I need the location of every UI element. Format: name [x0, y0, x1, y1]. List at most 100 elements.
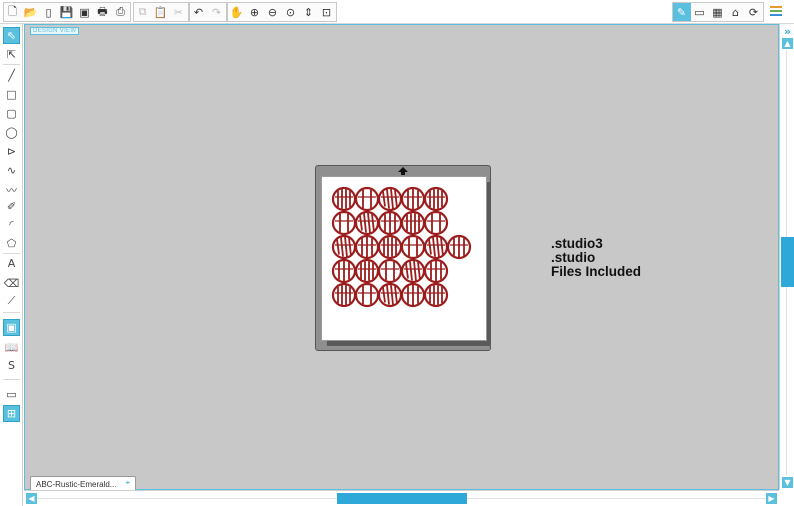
tool-separator	[3, 312, 20, 313]
print-icon[interactable]: 🖶	[94, 3, 112, 21]
open-folder-icon[interactable]: 📂	[22, 3, 40, 21]
rounded-rectangle-tool-icon[interactable]: ▢	[3, 105, 20, 122]
redo-icon[interactable]: ↷	[208, 3, 226, 21]
regular-polygon-tool-icon[interactable]: ⬠	[3, 235, 20, 252]
eraser-tool-icon[interactable]: ⌫	[3, 275, 20, 292]
save-icon[interactable]: 💾	[58, 3, 76, 21]
monogram-glyph[interactable]	[377, 210, 403, 236]
pin-icon[interactable]: ⌖	[125, 478, 130, 488]
drawing-tools-panel: ⇖ ⇱ ╱ □ ▢ ◯ ⊳ ∿ 〰 ✐ ◜ ⬠ A ⌫ ⟋ ▣ 📖 S ▭ ⊞	[0, 24, 23, 506]
tool-separator	[3, 379, 20, 380]
info-line-studio: .studio	[551, 250, 596, 265]
tool-separator	[3, 253, 20, 254]
monogram-glyph[interactable]	[331, 210, 357, 236]
single-pane-icon[interactable]: ▭	[3, 386, 20, 403]
edit-points-icon[interactable]: ⇱	[3, 46, 20, 63]
monogram-glyph[interactable]	[354, 282, 380, 308]
monogram-glyph[interactable]	[423, 234, 449, 260]
monogram-glyph[interactable]	[354, 234, 380, 260]
monogram-glyph[interactable]	[377, 186, 403, 212]
cut-mat-view-icon[interactable]: ▣	[3, 319, 20, 336]
monogram-glyph[interactable]	[331, 234, 357, 260]
curve-tool-icon[interactable]: ∿	[3, 162, 20, 179]
collapse-panel-icon[interactable]: »	[782, 25, 793, 38]
undo-toolbar-group: ↶ ↷	[189, 2, 227, 22]
line-tool-icon[interactable]: ╱	[3, 67, 20, 84]
zoom-select-icon[interactable]: ⊙	[282, 3, 300, 21]
zoom-toolbar-group: ✋ ⊕ ⊖ ⊙ ⇕ ⊡	[227, 2, 337, 22]
document-tab-label: ABC-Rustic-Emerald...	[36, 479, 117, 489]
design-view-label: DESIGN VIEW	[30, 27, 80, 35]
zoom-drag-icon[interactable]: ⇕	[300, 3, 318, 21]
monogram-glyph[interactable]	[331, 258, 357, 284]
text-tool-icon[interactable]: A	[3, 255, 20, 272]
library-book-icon[interactable]: 📖	[3, 339, 20, 356]
monogram-glyph[interactable]	[331, 186, 357, 212]
scroll-down-arrow-icon[interactable]: ▼	[782, 477, 793, 488]
media-sheet[interactable]	[321, 176, 487, 341]
scroll-left-arrow-icon[interactable]: ◀	[26, 493, 37, 504]
cut-settings-icon[interactable]: ▦	[709, 3, 727, 21]
tool-separator	[3, 64, 20, 65]
split-pane-icon[interactable]: ⊞	[3, 405, 20, 422]
paste-icon[interactable]: 📋	[152, 3, 170, 21]
vertical-scroll-thumb[interactable]	[781, 237, 794, 287]
vertical-scrollbar[interactable]: » ▲ ▼	[779, 24, 794, 490]
library-home-icon[interactable]: ⌂	[727, 3, 745, 21]
files-included-text[interactable]: .studio3 .studio Files Included	[551, 237, 641, 279]
horizontal-scrollbar[interactable]: ◀ ▶	[24, 490, 779, 506]
pan-hand-icon[interactable]: ✋	[228, 3, 246, 21]
zoom-out-icon[interactable]: ⊖	[264, 3, 282, 21]
fit-to-window-icon[interactable]: ⊡	[318, 3, 336, 21]
edit-toolbar-group: ⧉ 📋 ✂	[133, 2, 189, 22]
monogram-glyph[interactable]	[400, 234, 426, 260]
monogram-glyph[interactable]	[377, 258, 403, 284]
monogram-design[interactable]	[322, 177, 486, 340]
smooth-freehand-tool-icon[interactable]: ✐	[3, 198, 20, 215]
knife-tool-icon[interactable]: ⟋	[3, 292, 20, 309]
online-store-icon[interactable]: ⟳	[745, 3, 763, 21]
menu-lines-icon[interactable]	[767, 2, 785, 20]
save-to-library-icon[interactable]: ▣	[76, 3, 94, 21]
monogram-glyph[interactable]	[423, 258, 449, 284]
menu-toolbar-group	[767, 2, 789, 22]
freehand-tool-icon[interactable]: 〰	[3, 181, 20, 198]
monogram-glyph[interactable]	[400, 186, 426, 212]
file-toolbar-group: 🗋 📂 ▯ 💾 ▣ 🖶 ⎙	[3, 2, 131, 22]
monogram-glyph[interactable]	[377, 282, 403, 308]
copy-icon[interactable]: ⧉	[134, 3, 152, 21]
monogram-glyph[interactable]	[400, 282, 426, 308]
monogram-glyph[interactable]	[354, 210, 380, 236]
monogram-glyph[interactable]	[423, 282, 449, 308]
select-arrow-icon[interactable]: ⇖	[3, 27, 20, 44]
undo-icon[interactable]: ↶	[190, 3, 208, 21]
zoom-in-icon[interactable]: ⊕	[246, 3, 264, 21]
monogram-glyph[interactable]	[331, 282, 357, 308]
open-library-icon[interactable]: ▯	[40, 3, 58, 21]
arc-tool-icon[interactable]: ◜	[3, 216, 20, 233]
design-canvas[interactable]: DESIGN VIEW .studio3 .studio Files Inclu…	[24, 24, 779, 490]
monogram-glyph[interactable]	[377, 234, 403, 260]
monogram-glyph[interactable]	[354, 258, 380, 284]
cut-scissors-icon[interactable]: ✂	[170, 3, 188, 21]
design-view-icon[interactable]: ✎	[673, 3, 691, 21]
monogram-glyph[interactable]	[423, 186, 449, 212]
rectangle-tool-icon[interactable]: □	[3, 86, 20, 103]
document-tab[interactable]: ABC-Rustic-Emerald... ⌖	[30, 476, 136, 491]
new-document-icon[interactable]: 🗋	[4, 3, 22, 21]
scroll-up-arrow-icon[interactable]: ▲	[782, 38, 793, 49]
cutting-mat	[315, 165, 491, 351]
monogram-glyph[interactable]	[400, 210, 426, 236]
main-toolbar: 🗋 📂 ▯ 💾 ▣ 🖶 ⎙ ⧉ 📋 ✂ ↶ ↷ ✋ ⊕ ⊖ ⊙ ⇕ ⊡ ✎ ▭ ▦ ⌂ ⟳	[0, 0, 794, 24]
store-icon[interactable]: S	[3, 357, 20, 374]
polygon-tool-icon[interactable]: ⊳	[3, 143, 20, 160]
monogram-glyph[interactable]	[446, 234, 472, 260]
page-setup-icon[interactable]: ▭	[691, 3, 709, 21]
horizontal-scroll-thumb[interactable]	[337, 493, 467, 504]
monogram-glyph[interactable]	[423, 210, 449, 236]
monogram-glyph[interactable]	[400, 258, 426, 284]
ellipse-tool-icon[interactable]: ◯	[3, 124, 20, 141]
monogram-glyph[interactable]	[354, 186, 380, 212]
scroll-right-arrow-icon[interactable]: ▶	[766, 493, 777, 504]
send-to-cutter-icon[interactable]: ⎙	[112, 3, 130, 21]
